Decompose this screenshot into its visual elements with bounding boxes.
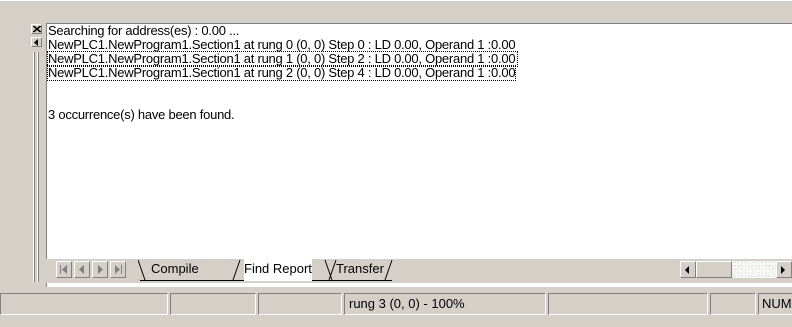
tab-transfer[interactable]: Transfer bbox=[336, 259, 384, 281]
output-summary: 3 occurrence(s) have been found. bbox=[48, 107, 235, 122]
horizontal-scrollbar[interactable] bbox=[680, 261, 792, 278]
scroll-left-icon bbox=[685, 266, 689, 274]
scroll-track[interactable] bbox=[732, 261, 776, 278]
output-line[interactable]: NewPLC1.NewProgram1.Section1 at rung 1 (… bbox=[46, 51, 519, 67]
tab-label: Compile bbox=[151, 261, 199, 276]
tab-label: Find Report bbox=[244, 261, 312, 276]
scroll-right-icon bbox=[781, 266, 785, 274]
status-bar: rung 3 (0, 0) - 100% NUM bbox=[0, 291, 792, 327]
status-zoom-position: rung 3 (0, 0) - 100% bbox=[344, 293, 546, 315]
last-tab-icon bbox=[115, 265, 122, 274]
prev-tab-icon bbox=[79, 265, 84, 274]
find-report-output[interactable]: Searching for address(es) : 0.00 ... New… bbox=[46, 23, 792, 287]
status-num-lock: NUM bbox=[758, 293, 792, 315]
scroll-right-button[interactable] bbox=[776, 261, 792, 278]
first-tab-button[interactable] bbox=[56, 261, 72, 278]
status-panel bbox=[548, 293, 708, 315]
pane-close-button[interactable] bbox=[31, 24, 42, 34]
tab-compile[interactable]: Compile bbox=[151, 259, 199, 281]
last-tab-button[interactable] bbox=[110, 261, 126, 278]
pane-gripper[interactable] bbox=[33, 52, 35, 282]
window-top-edge bbox=[0, 0, 792, 1]
tab-find-report[interactable]: Find Report bbox=[244, 259, 312, 281]
output-line-selected[interactable]: NewPLC1.NewProgram1.Section1 at rung 2 (… bbox=[46, 65, 517, 81]
scroll-left-button[interactable] bbox=[680, 261, 696, 278]
tab-bar: Compile Find Report Transfer bbox=[46, 259, 792, 283]
first-tab-icon bbox=[60, 265, 67, 274]
output-line: Searching for address(es) : 0.00 ... bbox=[48, 23, 240, 38]
pane-dock-button[interactable] bbox=[31, 37, 42, 47]
status-panel bbox=[258, 293, 342, 315]
tab-label: Transfer bbox=[336, 261, 384, 276]
next-tab-button[interactable] bbox=[92, 261, 108, 278]
scroll-thumb[interactable] bbox=[696, 261, 732, 278]
prev-tab-button[interactable] bbox=[74, 261, 90, 278]
output-line[interactable]: NewPLC1.NewProgram1.Section1 at rung 0 (… bbox=[48, 38, 516, 52]
close-icon bbox=[33, 26, 41, 33]
next-tab-icon bbox=[98, 265, 103, 274]
status-panel bbox=[0, 293, 168, 315]
status-panel bbox=[170, 293, 256, 315]
arrow-left-icon bbox=[34, 39, 38, 46]
pane-gripper[interactable] bbox=[37, 52, 39, 282]
status-panel bbox=[710, 293, 756, 315]
